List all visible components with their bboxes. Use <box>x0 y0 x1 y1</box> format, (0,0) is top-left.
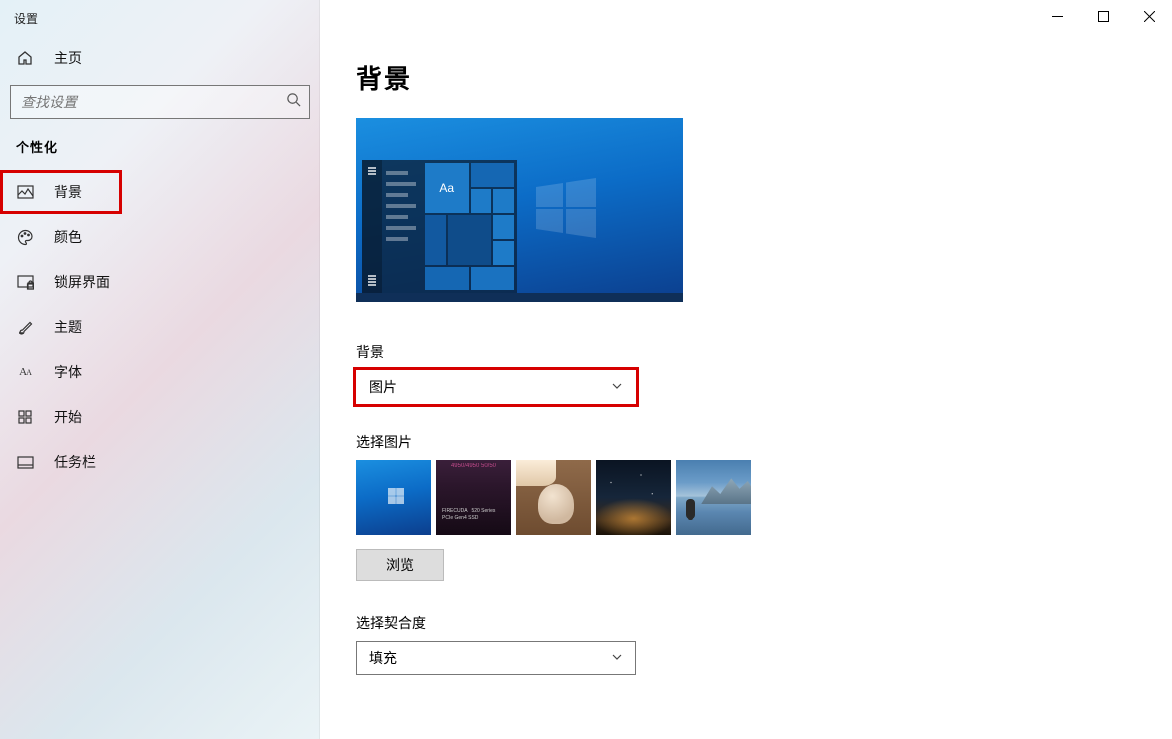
sidebar-item-taskbar[interactable]: 任务栏 <box>0 440 320 484</box>
sidebar-item-label: 任务栏 <box>54 452 96 472</box>
sidebar-item-label: 背景 <box>54 182 82 202</box>
combobox-value: 图片 <box>369 377 397 397</box>
picture-thumb-4[interactable] <box>596 460 671 535</box>
search-icon <box>286 92 301 112</box>
sidebar-item-label: 主题 <box>54 317 82 337</box>
chevron-down-icon <box>611 379 623 395</box>
sidebar-item-background[interactable]: 背景 <box>0 170 122 214</box>
fit-combobox[interactable]: 填充 <box>356 641 636 675</box>
palette-icon <box>16 228 34 246</box>
background-type-combobox[interactable]: 图片 <box>356 370 636 404</box>
windows-logo-icon <box>536 178 596 238</box>
category-header: 个性化 <box>0 119 320 164</box>
choose-picture-label: 选择图片 <box>356 432 1136 452</box>
picture-icon <box>16 183 34 201</box>
sidebar: 设置 主页 个性化 背景 <box>0 0 320 739</box>
picture-thumb-5[interactable] <box>676 460 751 535</box>
search-box[interactable] <box>10 85 310 119</box>
start-icon <box>16 408 34 426</box>
background-type-label: 背景 <box>356 342 1136 362</box>
picture-thumb-3[interactable] <box>516 460 591 535</box>
sidebar-item-label: 字体 <box>54 362 82 382</box>
sidebar-item-themes[interactable]: 主题 <box>0 305 320 349</box>
font-icon: AA <box>16 363 34 381</box>
start-menu-preview: Aa <box>362 160 517 293</box>
search-container <box>10 85 310 119</box>
chevron-down-icon <box>611 650 623 666</box>
search-input[interactable] <box>19 93 286 111</box>
settings-window: 设置 主页 个性化 背景 <box>0 0 1172 739</box>
fit-label: 选择契合度 <box>356 613 1136 633</box>
sidebar-item-start[interactable]: 开始 <box>0 395 320 439</box>
maximize-button[interactable] <box>1080 0 1126 32</box>
sidebar-nav: 背景 颜色 锁屏界面 主题 AA <box>0 170 320 484</box>
close-button[interactable] <box>1126 0 1172 32</box>
combobox-value: 填充 <box>369 648 397 668</box>
picture-thumb-2[interactable] <box>436 460 511 535</box>
desktop-preview: Aa <box>356 118 683 302</box>
sidebar-item-label: 锁屏界面 <box>54 272 110 292</box>
brush-icon <box>16 318 34 336</box>
app-title: 设置 <box>0 0 320 37</box>
taskbar-icon <box>16 453 34 471</box>
sidebar-item-label: 颜色 <box>54 227 82 247</box>
main-content: 背景 Aa 背景 图片 选择图片 <box>320 0 1172 739</box>
picture-thumb-1[interactable] <box>356 460 431 535</box>
sidebar-item-colors[interactable]: 颜色 <box>0 215 320 259</box>
home-button[interactable]: 主页 <box>0 37 320 79</box>
preview-sample-text: Aa <box>425 163 469 213</box>
page-title: 背景 <box>356 59 1136 96</box>
window-controls <box>1034 0 1172 32</box>
home-label: 主页 <box>54 48 82 68</box>
browse-button[interactable]: 浏览 <box>356 549 444 581</box>
picture-thumbnails <box>356 460 1136 535</box>
minimize-button[interactable] <box>1034 0 1080 32</box>
lock-monitor-icon <box>16 273 34 291</box>
sidebar-item-label: 开始 <box>54 407 82 427</box>
home-icon <box>16 49 34 67</box>
sidebar-item-lockscreen[interactable]: 锁屏界面 <box>0 260 320 304</box>
sidebar-item-fonts[interactable]: AA 字体 <box>0 350 320 394</box>
